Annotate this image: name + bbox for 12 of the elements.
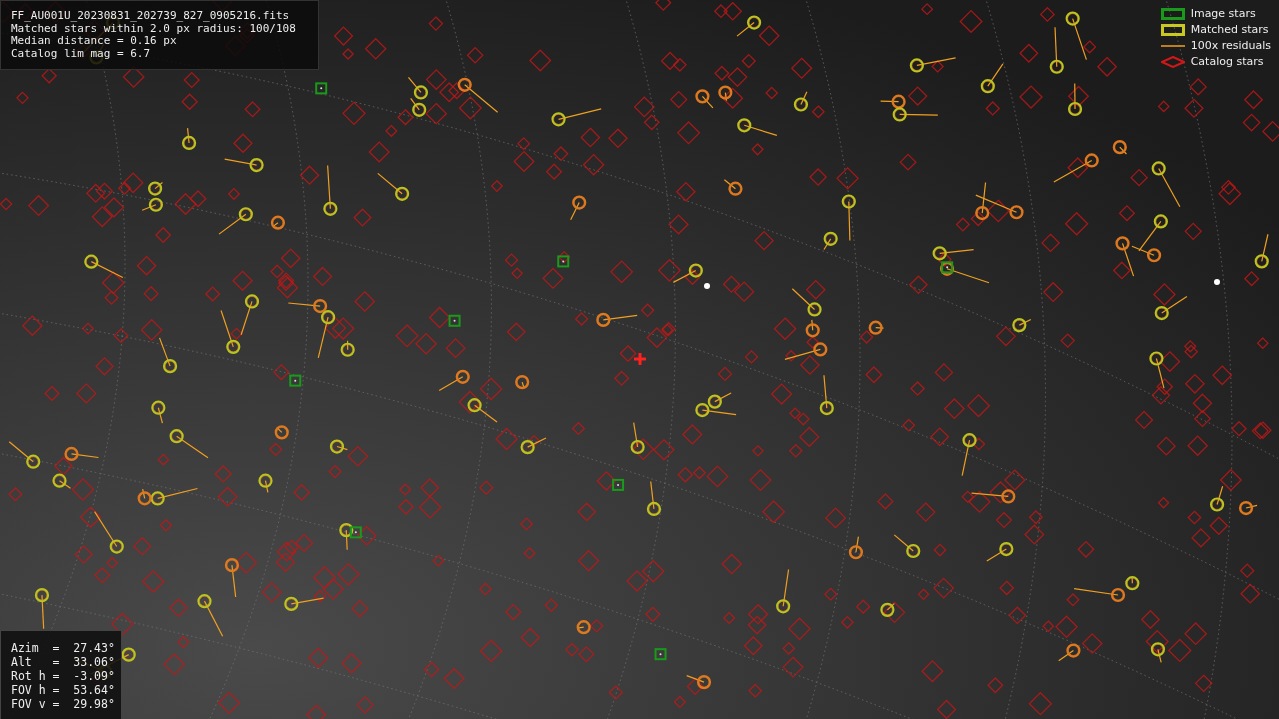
legend-label: 100x residuals: [1190, 38, 1271, 53]
rectangle-icon: [1160, 7, 1185, 20]
info-text: FF_AU001U_20230831_202739_827_0905216.fits: [11, 10, 291, 23]
line-icon: [1160, 43, 1185, 48]
info-text: Matched stars within 2.0 px radius: 100/108: [11, 22, 297, 35]
rectangle-outline-icon: [1160, 23, 1185, 36]
legend-label: Catalog stars: [1190, 54, 1264, 69]
diamond-icon: [1160, 55, 1185, 68]
info-text: Catalog lim mag = 6.7: [11, 47, 152, 60]
legend-label: Matched stars: [1190, 22, 1269, 37]
info-text: Median distance = 0.16 px: [11, 35, 178, 48]
legend-label: Image stars: [1190, 6, 1256, 21]
